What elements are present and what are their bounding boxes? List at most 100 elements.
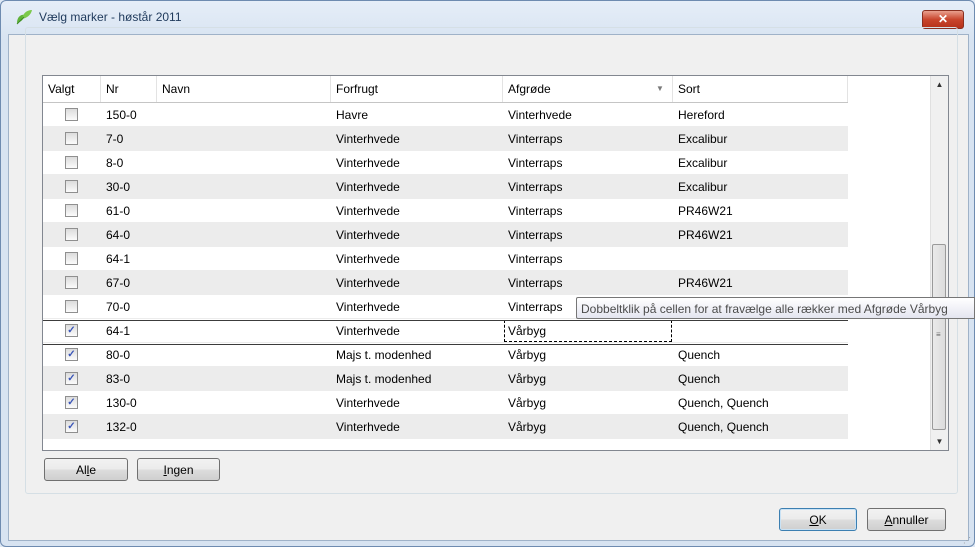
cell-navn[interactable] <box>157 223 162 247</box>
table-row[interactable]: 150-0 Havre Vinterhvede Hereford <box>43 103 848 127</box>
cell-forfrugt[interactable]: Vinterhvede <box>331 319 400 343</box>
row-checkbox[interactable] <box>65 108 78 121</box>
cell-afgrode[interactable]: Vinterhvede <box>503 103 572 127</box>
cell-forfrugt[interactable]: Vinterhvede <box>331 127 400 151</box>
cell-sort[interactable]: Quench, Quench <box>673 391 769 415</box>
table-row[interactable]: 61-0 Vinterhvede Vinterraps PR46W21 <box>43 199 848 223</box>
row-checkbox[interactable] <box>65 252 78 265</box>
cell-navn[interactable] <box>157 391 162 415</box>
column-header-valgt[interactable]: Valgt <box>43 76 101 102</box>
cell-navn[interactable] <box>157 175 162 199</box>
table-row[interactable]: 7-0 Vinterhvede Vinterraps Excalibur <box>43 127 848 151</box>
cell-forfrugt[interactable]: Vinterhvede <box>331 415 400 439</box>
cell-afgrode[interactable]: Vinterraps <box>503 127 562 151</box>
cell-sort[interactable]: Excalibur <box>673 127 727 151</box>
cell-afgrode[interactable]: Vinterraps <box>503 199 562 223</box>
vertical-scrollbar[interactable]: ▲ ≡ ▼ <box>930 76 948 450</box>
cell-navn[interactable] <box>157 295 162 319</box>
row-checkbox[interactable] <box>65 228 78 241</box>
column-header-navn[interactable]: Navn <box>157 76 331 102</box>
row-checkbox[interactable] <box>65 204 78 217</box>
cell-navn[interactable] <box>157 367 162 391</box>
cell-nr[interactable]: 7-0 <box>101 127 123 151</box>
cell-afgrode[interactable]: Vinterraps <box>503 271 562 295</box>
cell-navn[interactable] <box>157 199 162 223</box>
cell-nr[interactable]: 61-0 <box>101 199 130 223</box>
table-row[interactable]: 30-0 Vinterhvede Vinterraps Excalibur <box>43 175 848 199</box>
select-all-button[interactable]: Alle <box>44 458 128 481</box>
cell-sort[interactable]: PR46W21 <box>673 199 733 223</box>
row-checkbox[interactable] <box>65 156 78 169</box>
cell-nr[interactable]: 67-0 <box>101 271 130 295</box>
cell-navn[interactable] <box>157 271 162 295</box>
row-checkbox[interactable] <box>65 276 78 289</box>
row-checkbox[interactable]: ✓ <box>65 324 78 337</box>
cell-nr[interactable]: 132-0 <box>101 415 137 439</box>
row-checkbox[interactable]: ✓ <box>65 348 78 361</box>
cell-forfrugt[interactable]: Vinterhvede <box>331 199 400 223</box>
scroll-down-icon[interactable]: ▼ <box>931 433 948 450</box>
cell-afgrode[interactable]: Vinterraps <box>503 247 562 271</box>
cell-sort[interactable]: PR46W21 <box>673 223 733 247</box>
cell-navn[interactable] <box>157 247 162 271</box>
row-checkbox[interactable] <box>65 180 78 193</box>
cell-sort[interactable]: Quench, Quench <box>673 415 769 439</box>
cell-navn[interactable] <box>157 343 162 367</box>
cell-afgrode[interactable]: Vårbyg <box>503 367 546 391</box>
cell-nr[interactable]: 30-0 <box>101 175 130 199</box>
cell-afgrode[interactable]: Vinterraps <box>503 175 562 199</box>
table-row[interactable]: 8-0 Vinterhvede Vinterraps Excalibur <box>43 151 848 175</box>
fields-grid[interactable]: Valgt Nr Navn Forfrugt Afgrøde ▼ Sort 15… <box>42 75 949 451</box>
cell-navn[interactable] <box>157 127 162 151</box>
cancel-button[interactable]: Annuller <box>867 508 946 531</box>
cell-forfrugt[interactable]: Havre <box>331 103 368 127</box>
ok-button[interactable]: OK <box>779 508 857 531</box>
table-row[interactable]: ✓ 83-0 Majs t. modenhed Vårbyg Quench <box>43 367 848 391</box>
cell-navn[interactable] <box>157 151 162 175</box>
row-checkbox[interactable]: ✓ <box>65 396 78 409</box>
cell-sort[interactable]: Quench <box>673 343 720 367</box>
table-row[interactable]: 67-0 Vinterhvede Vinterraps PR46W21 <box>43 271 848 295</box>
column-header-nr[interactable]: Nr <box>101 76 157 102</box>
cell-forfrugt[interactable]: Vinterhvede <box>331 151 400 175</box>
cell-nr[interactable]: 64-0 <box>101 223 130 247</box>
cell-sort[interactable] <box>673 247 678 271</box>
cell-afgrode[interactable]: Vårbyg <box>503 319 673 343</box>
cell-forfrugt[interactable]: Vinterhvede <box>331 295 400 319</box>
scroll-up-icon[interactable]: ▲ <box>931 76 948 93</box>
row-checkbox[interactable] <box>65 132 78 145</box>
cell-navn[interactable] <box>157 319 162 343</box>
cell-navn[interactable] <box>157 103 162 127</box>
row-checkbox[interactable]: ✓ <box>65 420 78 433</box>
cell-forfrugt[interactable]: Vinterhvede <box>331 271 400 295</box>
cell-forfrugt[interactable]: Majs t. modenhed <box>331 343 431 367</box>
cell-forfrugt[interactable]: Vinterhvede <box>331 223 400 247</box>
table-row[interactable]: ✓ 130-0 Vinterhvede Vårbyg Quench, Quench <box>43 391 848 415</box>
table-row[interactable]: 64-1 Vinterhvede Vinterraps <box>43 247 848 271</box>
cell-forfrugt[interactable]: Majs t. modenhed <box>331 367 431 391</box>
cell-nr[interactable]: 150-0 <box>101 103 137 127</box>
cell-sort[interactable]: Quench <box>673 367 720 391</box>
column-header-sort[interactable]: Sort <box>673 76 848 102</box>
cell-afgrode[interactable]: Vårbyg <box>503 391 546 415</box>
column-header-forfrugt[interactable]: Forfrugt <box>331 76 503 102</box>
cell-afgrode[interactable]: Vinterraps <box>503 151 562 175</box>
resize-grip-icon[interactable]: ⋰ <box>963 537 971 545</box>
cell-afgrode[interactable]: Vinterraps <box>503 295 562 319</box>
cell-sort[interactable]: Excalibur <box>673 175 727 199</box>
cell-forfrugt[interactable]: Vinterhvede <box>331 247 400 271</box>
cell-nr[interactable]: 64-1 <box>101 319 130 343</box>
cell-nr[interactable]: 8-0 <box>101 151 123 175</box>
cell-nr[interactable]: 83-0 <box>101 367 130 391</box>
row-checkbox[interactable]: ✓ <box>65 372 78 385</box>
cell-navn[interactable] <box>157 415 162 439</box>
cell-afgrode[interactable]: Vårbyg <box>503 343 546 367</box>
cell-forfrugt[interactable]: Vinterhvede <box>331 391 400 415</box>
cell-sort[interactable]: Excalibur <box>673 151 727 175</box>
row-checkbox[interactable] <box>65 300 78 313</box>
cell-forfrugt[interactable]: Vinterhvede <box>331 175 400 199</box>
table-row[interactable]: 64-0 Vinterhvede Vinterraps PR46W21 <box>43 223 848 247</box>
scrollbar-thumb[interactable]: ≡ <box>932 244 946 430</box>
cell-nr[interactable]: 80-0 <box>101 343 130 367</box>
cell-afgrode[interactable]: Vinterraps <box>503 223 562 247</box>
